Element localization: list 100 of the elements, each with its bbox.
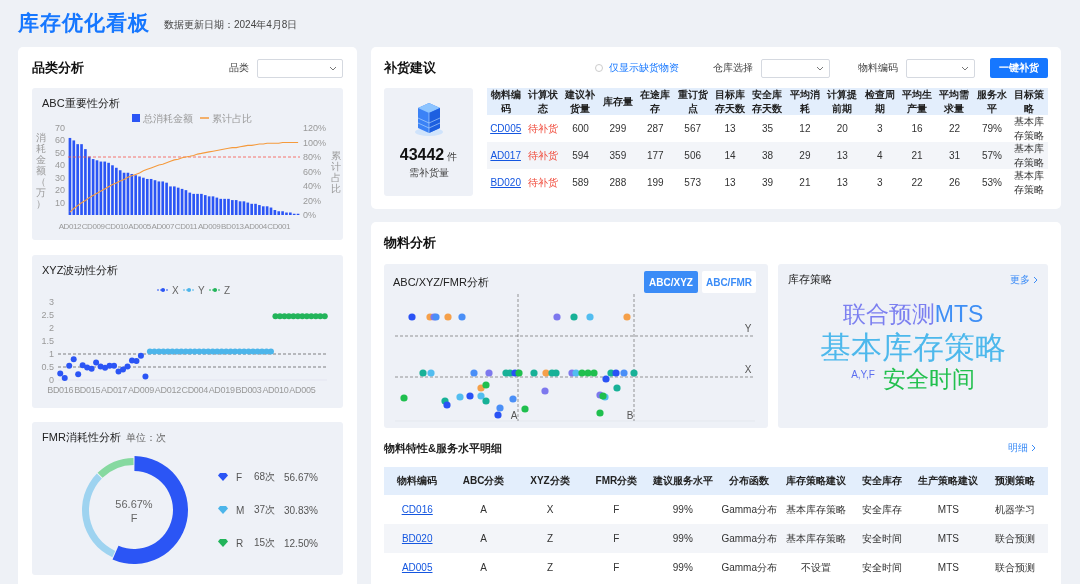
word-cloud-term: 联合预测: [842, 301, 935, 329]
table-cell: 359: [599, 142, 637, 169]
update-date: 数据更新日期：2024年4月8日: [164, 18, 298, 32]
panel-title: FMR消耗性分析: [42, 430, 121, 445]
table-cell: F: [583, 524, 650, 553]
summary-unit: 件: [447, 150, 458, 164]
column-header: 在途库存: [636, 88, 674, 115]
word-cloud-term: 基本库存策略: [820, 328, 1006, 366]
axis-tick-label: AD017: [101, 385, 128, 395]
axis-tick-label: AD012: [58, 222, 82, 231]
column-header: 平均消耗: [786, 88, 824, 115]
legend-count: 37次: [254, 503, 276, 517]
donut-center-label: F: [130, 512, 138, 524]
column-header: 生产策略建议: [915, 467, 982, 495]
axis-tick-label: 30: [55, 172, 65, 183]
axis-tick-label: 20: [55, 185, 65, 196]
column-header: 安全库存: [848, 467, 916, 495]
table-cell: 99%: [649, 524, 716, 553]
axis-tick-label: AD005: [128, 222, 151, 231]
axis-tick-label: 20%: [303, 195, 321, 206]
filter-label: 仓库选择: [713, 61, 753, 75]
column-header: 目标策略: [1010, 88, 1048, 115]
column-header: 物料编码: [384, 467, 451, 495]
legend-label: R: [236, 537, 245, 549]
card-title: 品类分析: [32, 59, 85, 77]
legend-label: X: [172, 285, 179, 296]
axis-tick-label: 40: [55, 160, 65, 171]
axis-tick-label: BD016: [47, 385, 74, 395]
panel-title: ABC重要性分析: [42, 96, 121, 111]
axis-tick-label: AD010: [262, 385, 289, 395]
axis-tick-label: 60%: [303, 166, 321, 177]
axis-label: B: [626, 410, 634, 421]
panel-title: 库存策略: [788, 272, 832, 287]
axis-tick-label: 0.5: [41, 362, 54, 372]
axis-tick-label: CD009: [81, 222, 105, 231]
filter-label: 物料编码: [858, 61, 898, 75]
axis-tick-label: 70: [55, 123, 65, 133]
summary-label: 需补货量: [408, 166, 449, 180]
table-cell: 38: [748, 142, 787, 169]
legend-label: Y: [198, 285, 205, 296]
panel-title: XYZ波动性分析: [42, 263, 120, 278]
column-header: 目标库存天数: [711, 88, 749, 115]
dashboard-title: 库存优化看板: [18, 9, 150, 36]
status-text: 待补货: [524, 142, 562, 169]
column-header: 物料编码: [487, 88, 525, 115]
legend-count: 68次: [254, 470, 276, 484]
axis-tick-label: AD019: [208, 385, 235, 395]
table-cell: 594: [561, 142, 600, 169]
word-cloud-term: MTS: [934, 301, 984, 329]
column-header: FMR分类: [583, 467, 650, 495]
axis-tick-label: CD004: [181, 385, 208, 395]
column-header: 平均需求量: [935, 88, 974, 115]
axis-tick-label: 40%: [303, 181, 321, 191]
axis-tick-label: 10: [55, 197, 65, 208]
donut-center-value: 56.67%: [115, 498, 153, 510]
table-cell: Z: [516, 524, 584, 553]
column-header: 安全库存天数: [748, 88, 787, 115]
column-header: 分布函数: [716, 467, 783, 495]
axis-tick-label: AD005: [289, 385, 316, 395]
axis-tick-label: 1: [49, 349, 54, 359]
word-cloud-term: 安全时间: [882, 365, 975, 394]
legend-label: Z: [224, 285, 231, 296]
axis-tick-label: AD012: [154, 385, 181, 395]
table-cell: A: [450, 524, 517, 553]
axis-tick-label: 80%: [303, 152, 321, 162]
column-header: 计算状态: [524, 88, 562, 115]
axis-tick-label: AD007: [151, 222, 174, 231]
table-cell: 57%: [973, 142, 1011, 169]
table-cell: 基本库存策略: [1010, 142, 1048, 169]
column-header: XYZ分类: [516, 467, 584, 495]
table-cell: 联合预测: [981, 524, 1048, 553]
legend-share: 12.50%: [284, 537, 318, 549]
table-cell: 506: [674, 142, 712, 169]
axis-tick-label: 120%: [303, 123, 327, 133]
table-cell: 基本库存策略: [782, 524, 849, 553]
table-cell: 177: [636, 142, 674, 169]
axis-tick-label: 0%: [303, 210, 316, 220]
legend-count: 15次: [254, 536, 276, 550]
axis-tick-label: CD001: [267, 222, 291, 231]
column-header: 库存策略建议: [782, 467, 849, 495]
table-cell: MTS: [915, 524, 982, 553]
axis-tick-label: BD015: [74, 385, 101, 395]
axis-tick-label: CD011: [174, 222, 198, 231]
table-cell: 29: [786, 142, 824, 169]
card-title: 物料分析: [384, 234, 437, 252]
legend-share: 56.67%: [284, 471, 318, 483]
axis-tick-label: AD009: [127, 385, 154, 395]
legend-label: 累计占比: [212, 113, 252, 124]
column-header: 服务水平: [973, 88, 1011, 115]
panel-title: ABC/XYZ/FMR分析: [393, 274, 489, 290]
axis-tick-label: 50: [55, 147, 65, 158]
axis-label: 消耗金额（万）: [36, 132, 46, 209]
axis-tick-label: 100%: [303, 137, 327, 148]
column-header: 建议补货量: [561, 88, 600, 115]
card-title: 补货建议: [384, 59, 437, 77]
table-cell: 安全时间: [848, 524, 916, 553]
axis-tick-label: 0: [49, 375, 54, 385]
axis-label: Y: [744, 323, 752, 334]
unit-label: 单位：次: [125, 431, 166, 445]
column-header: 库存量: [599, 88, 637, 115]
